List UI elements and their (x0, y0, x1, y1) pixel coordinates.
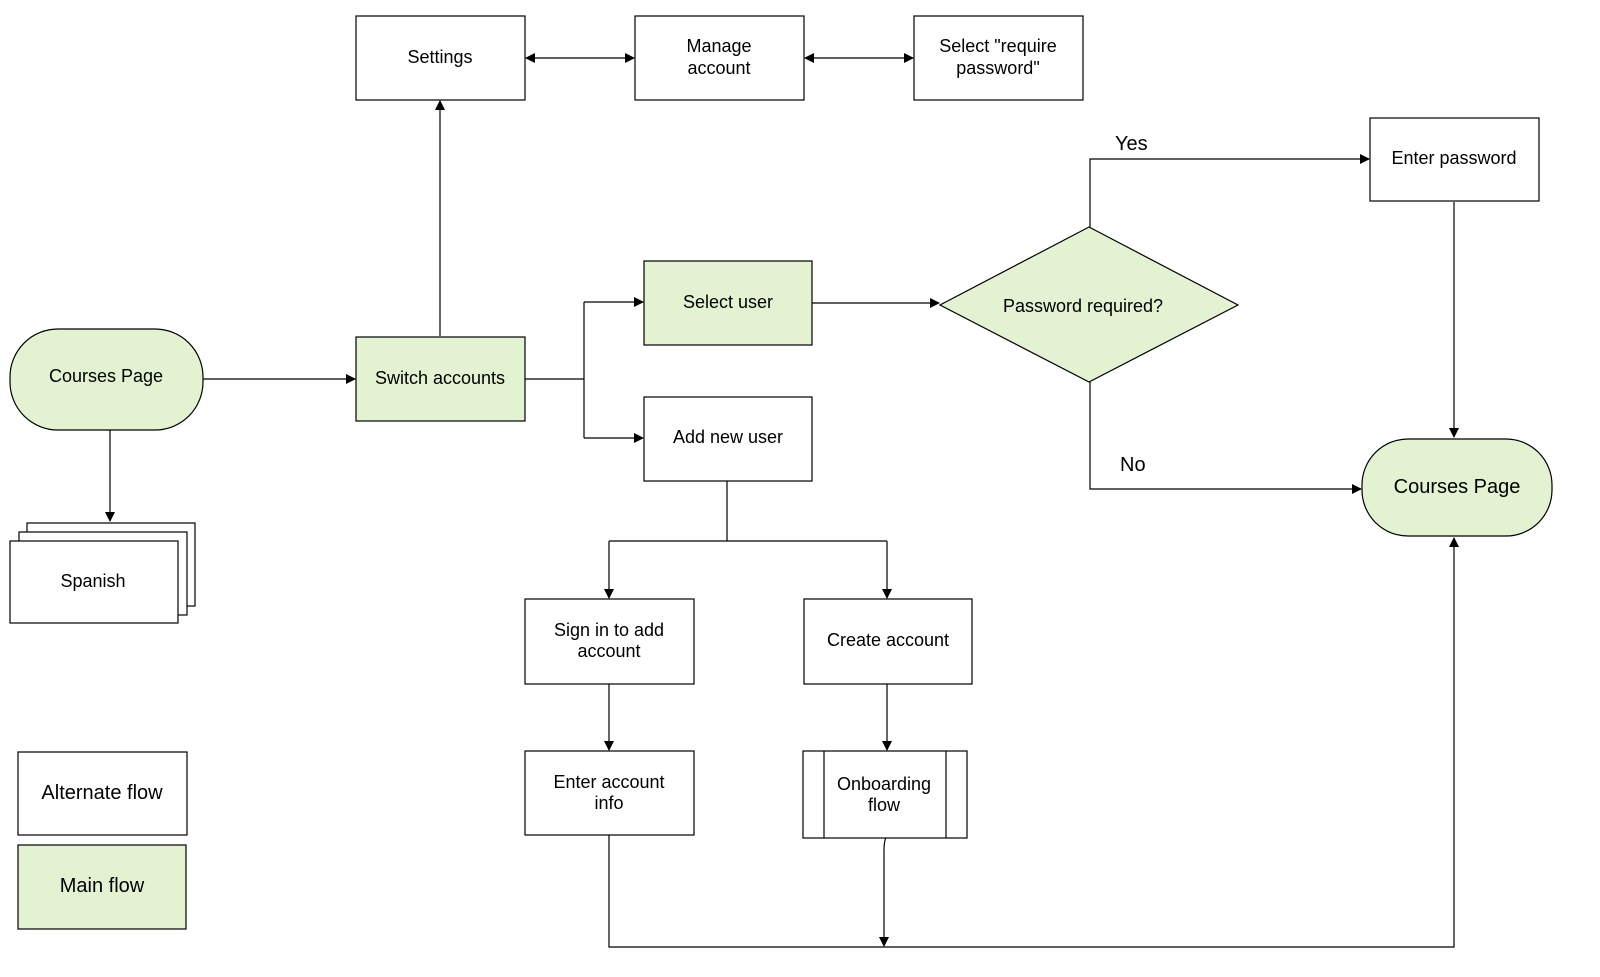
edge-bottom-return (608, 537, 1459, 948)
node-label: Add new user (673, 427, 783, 447)
node-courses-page-left[interactable]: Courses Page (9, 328, 204, 431)
legend-main-flow: Main flow (17, 844, 187, 930)
legend-label: Main flow (60, 875, 145, 897)
node-spanish[interactable]: Spanish (9, 522, 196, 624)
node-label: Courses Page (49, 366, 163, 386)
node-sign-in-to-add-account[interactable]: Sign in to add account (524, 598, 695, 685)
node-create-account[interactable]: Create account (803, 598, 973, 685)
node-select-require-password[interactable]: Select "require password" (913, 15, 1084, 101)
node-label: Create account (827, 630, 949, 650)
node-label: Enter password (1391, 148, 1516, 168)
node-onboarding-flow[interactable]: Onboarding flow (802, 750, 968, 839)
node-label: Switch accounts (375, 368, 505, 388)
legend-alternate-flow: Alternate flow (17, 751, 188, 836)
node-manage-account[interactable]: Manage account (634, 15, 805, 101)
node-label-line2: account (687, 58, 750, 78)
node-label-line1: Sign in to add (554, 620, 664, 640)
node-label-line2: password" (956, 58, 1039, 78)
legend: Alternate flow Main flow (17, 751, 188, 930)
node-label: Select user (683, 292, 773, 312)
node-password-required-decision[interactable]: Password required? (938, 226, 1240, 383)
node-label-line2: flow (868, 795, 901, 815)
node-label-line2: info (594, 793, 623, 813)
node-enter-account-info[interactable]: Enter account info (524, 750, 695, 836)
edge-label-no: No (1120, 454, 1146, 476)
node-select-user[interactable]: Select user (643, 260, 813, 346)
edge-onboarding-down (879, 834, 889, 947)
node-label-line1: Manage (686, 36, 751, 56)
node-add-new-user[interactable]: Add new user (643, 396, 813, 482)
node-label-line2: account (577, 641, 640, 661)
connectors (105, 53, 1459, 948)
node-switch-accounts[interactable]: Switch accounts (355, 336, 526, 422)
node-settings[interactable]: Settings (355, 15, 526, 101)
node-label: Courses Page (1394, 476, 1521, 498)
edge-add-user-branch (609, 481, 887, 542)
node-label: Spanish (60, 571, 125, 591)
flowchart: Courses Page Spanish Switch accounts Set… (9, 15, 1553, 948)
node-label: Settings (407, 47, 472, 67)
node-label-line1: Enter account (553, 772, 664, 792)
node-courses-page-right[interactable]: Courses Page (1361, 438, 1553, 537)
node-label: Password required? (1003, 296, 1163, 316)
node-enter-password[interactable]: Enter password (1369, 117, 1540, 202)
node-label-line1: Onboarding (837, 774, 931, 794)
node-label-line1: Select "require (939, 36, 1056, 56)
edge-switch-branch (525, 302, 585, 438)
edge-label-yes: Yes (1115, 133, 1148, 155)
legend-label: Alternate flow (41, 782, 163, 804)
edge-yes (1089, 154, 1370, 227)
